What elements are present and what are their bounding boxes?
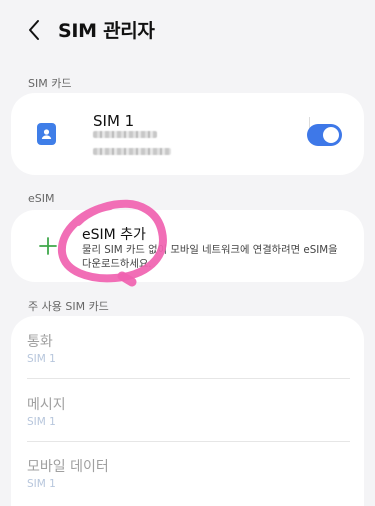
primary-call-row[interactable]: 통화 SIM 1 [27,331,351,365]
primary-mobile-data-row[interactable]: 모바일 데이터 SIM 1 [27,456,351,490]
add-esim-description: 물리 SIM 카드 없이 모바일 네트워크에 연결하려면 eSIM을 다운로드하… [82,244,338,270]
row-title: 메시지 [27,397,66,413]
plus-icon [39,237,57,255]
sim-contact-icon [37,123,56,145]
row-divider [27,378,350,379]
sim-name: SIM 1 [93,112,135,130]
row-title: 통화 [27,334,53,350]
section-label-sim-cards: SIM 카드 [28,77,72,90]
add-esim-title: eSIM 추가 [82,227,146,243]
sim-toggle-switch[interactable] [307,124,342,146]
chevron-left-icon [29,20,39,40]
redacted-number [93,148,171,155]
toggle-knob [323,127,339,143]
section-label-esim: eSIM [28,192,55,205]
section-label-primary: 주 사용 SIM 카드 [28,300,109,313]
row-divider [27,441,350,442]
row-value: SIM 1 [27,416,56,428]
primary-message-row[interactable]: 메시지 SIM 1 [27,394,351,428]
redacted-carrier [93,131,157,138]
back-button[interactable] [18,14,50,46]
page-title: SIM 관리자 [58,20,155,42]
row-value: SIM 1 [27,353,56,365]
row-value: SIM 1 [27,478,56,490]
app-header: SIM 관리자 [0,0,375,60]
row-title: 모바일 데이터 [27,459,109,475]
